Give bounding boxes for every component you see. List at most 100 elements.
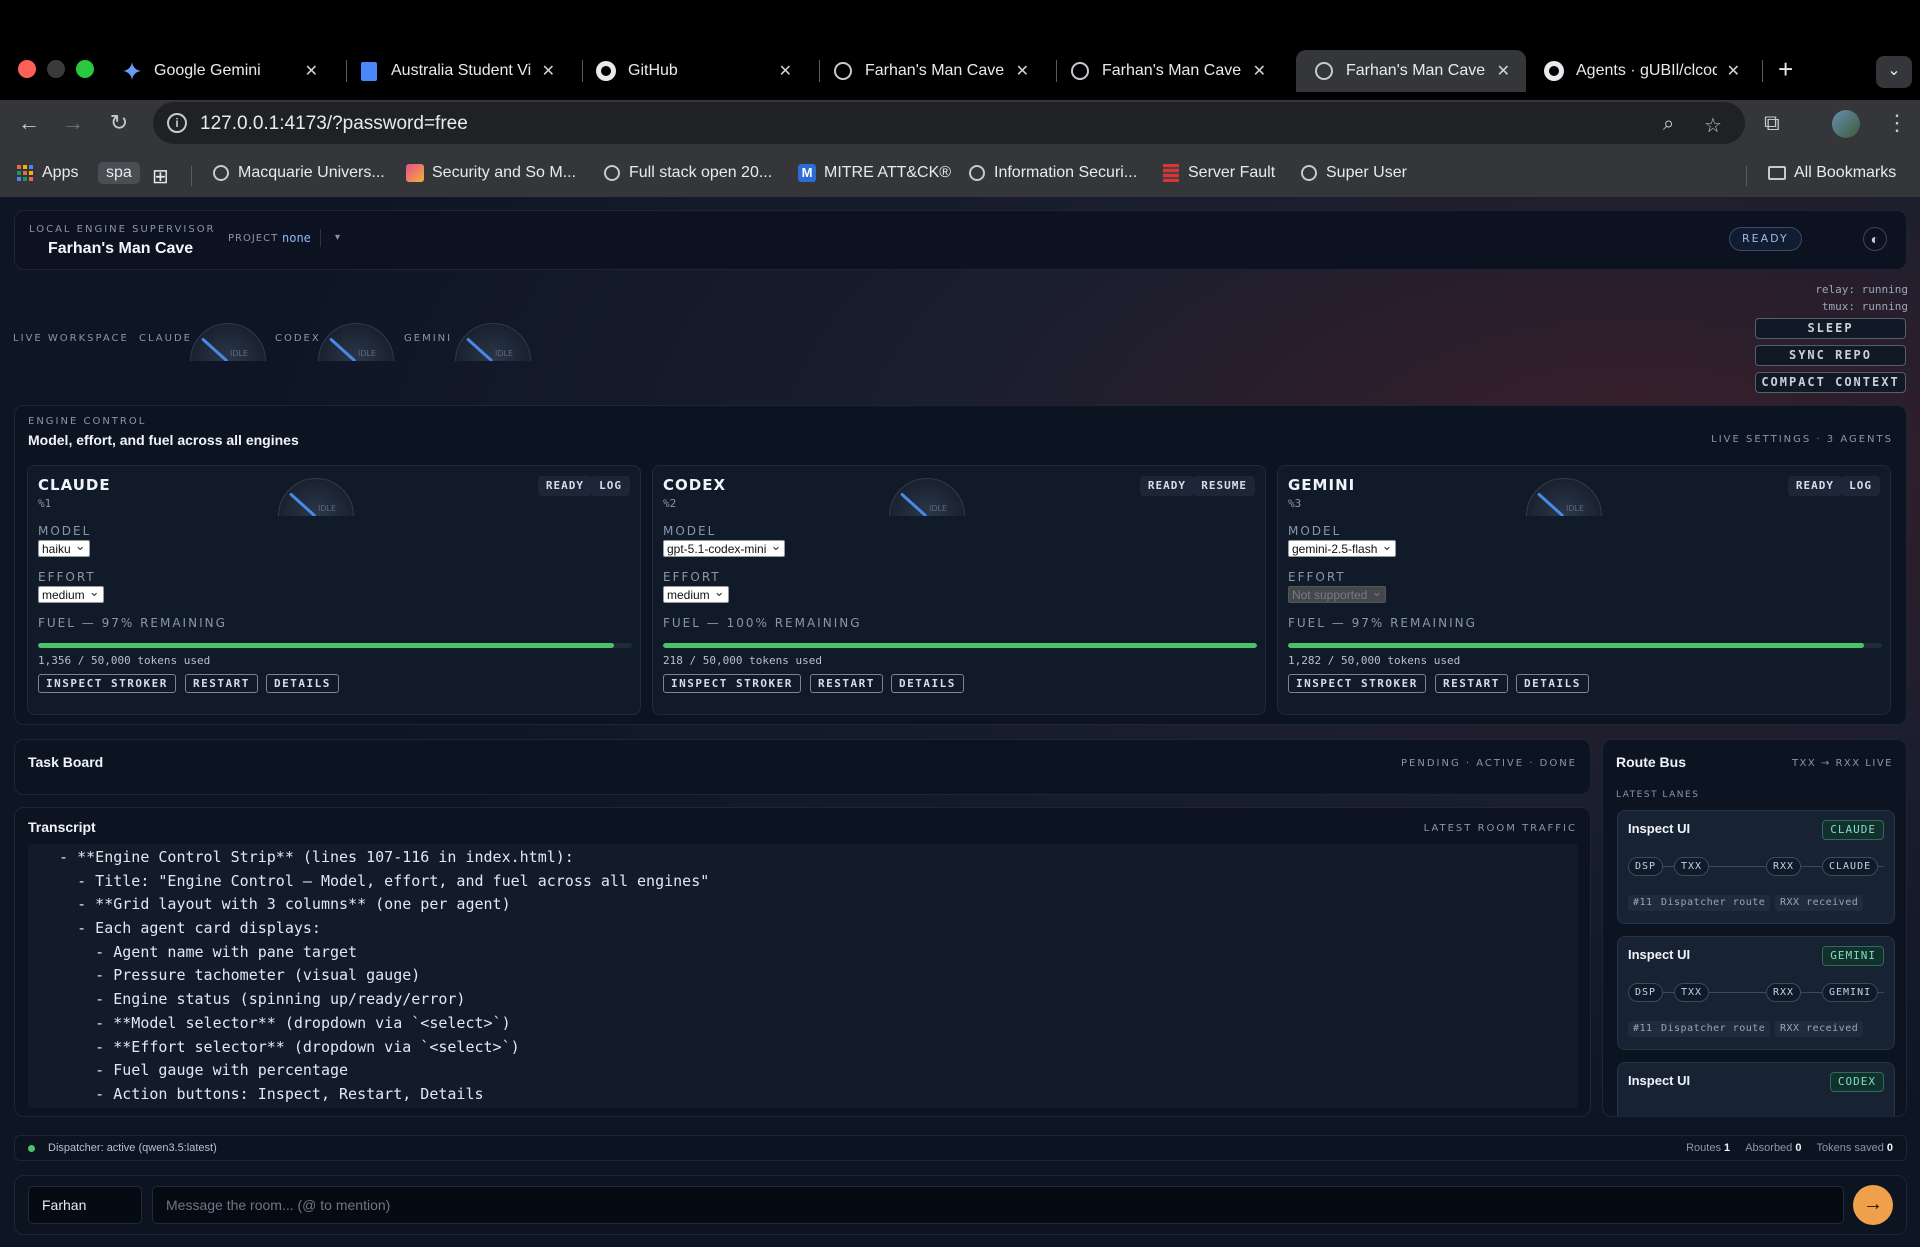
model-select[interactable]: gemini-2.5-flash — [1288, 537, 1397, 557]
route-card-gemini[interactable]: Inspect UI GEMINI DSP TXX RXX GEMINI #11… — [1617, 936, 1895, 1050]
transcript-line: - Action buttons: Inspect, Restart, Deta… — [41, 1084, 484, 1103]
route-id: #11 — [1628, 1021, 1658, 1037]
compact-context-button[interactable]: COMPACT CONTEXT — [1755, 372, 1906, 393]
sync-repo-button[interactable]: SYNC REPO — [1755, 345, 1906, 366]
task-board-panel: Task Board PENDING · ACTIVE · DONE — [14, 739, 1591, 795]
details-button[interactable]: DETAILS — [266, 674, 339, 693]
fuel-gauge — [1288, 643, 1882, 648]
tab-farhans-man-cave-2[interactable]: Farhan's Man Cave ✕ — [1052, 50, 1282, 92]
tab-australia-student-visa[interactable]: Australia Student Vis ✕ — [341, 50, 571, 92]
back-arrow-icon[interactable]: ← — [14, 110, 44, 136]
fuel-label: FUEL — 97% REMAINING — [1288, 616, 1477, 630]
fuel-gauge — [663, 643, 1257, 648]
log-chip[interactable]: LOG — [1841, 476, 1880, 496]
bookmark-fullstack[interactable]: Full stack open 20... — [603, 164, 772, 182]
server-fault-icon — [1162, 164, 1180, 182]
apps-grid-icon — [16, 164, 34, 182]
send-button[interactable]: → — [1853, 1185, 1893, 1225]
docs-icon — [359, 61, 379, 81]
zoom-magnifier-icon[interactable]: ⌕ — [1663, 113, 1674, 136]
new-tab-button[interactable]: + — [1778, 54, 1793, 85]
all-bookmarks[interactable]: All Bookmarks — [1768, 164, 1896, 182]
model-select[interactable]: haiku — [38, 537, 90, 557]
minimize-window-button[interactable] — [47, 60, 65, 78]
tab-search-chevron-icon[interactable]: ⌄ — [1876, 56, 1912, 88]
effort-label: EFFORT — [663, 570, 721, 584]
bookmark-apps[interactable]: Apps — [16, 164, 78, 182]
close-tab-icon[interactable]: ✕ — [542, 61, 555, 81]
sender-name-field[interactable]: Farhan — [28, 1186, 142, 1224]
restart-button[interactable]: RESTART — [185, 674, 258, 693]
route-card-codex[interactable]: Inspect UI CODEX — [1617, 1062, 1895, 1116]
inspect-stroker-button[interactable]: INSPECT STROKER — [1288, 674, 1426, 693]
effort-label: EFFORT — [1288, 570, 1346, 584]
zoom-window-button[interactable] — [76, 60, 94, 78]
tab-farhans-man-cave-1[interactable]: Farhan's Man Cave ✕ — [815, 50, 1045, 92]
chevron-down-icon[interactable]: ▾ — [320, 229, 354, 247]
effort-select[interactable]: medium — [38, 583, 104, 603]
forward-arrow-icon[interactable]: → — [58, 110, 88, 136]
transcript-title: Transcript — [28, 819, 96, 835]
inspect-stroker-button[interactable]: INSPECT STROKER — [38, 674, 176, 693]
bookmark-spa[interactable]: spa — [98, 162, 140, 184]
tab-farhans-man-cave-active[interactable]: Farhan's Man Cave ✕ — [1296, 50, 1526, 92]
route-state: RXX received — [1775, 895, 1864, 911]
close-tab-icon[interactable]: ✕ — [779, 61, 792, 81]
project-select[interactable]: none — [282, 231, 311, 245]
agent-name: CLAUDE — [38, 476, 111, 494]
close-tab-icon[interactable]: ✕ — [1253, 61, 1266, 81]
browser-menu-icon[interactable]: ⋮ — [1886, 110, 1908, 136]
tab-divider — [1762, 60, 1763, 82]
engine-card-codex: CODEX %2 IDLE READY RESUME MODEL gpt-5.1… — [652, 465, 1266, 715]
bookmark-macquarie[interactable]: Macquarie Univers... — [212, 164, 385, 182]
bookmark-mitre[interactable]: M MITRE ATT&CK® — [798, 164, 951, 182]
log-chip[interactable]: LOG — [591, 476, 630, 496]
project-label: PROJECT — [228, 233, 279, 244]
message-input[interactable]: Message the room... (@ to mention) — [152, 1186, 1844, 1224]
details-button[interactable]: DETAILS — [1516, 674, 1589, 693]
model-select[interactable]: gpt-5.1-codex-mini — [663, 537, 786, 557]
close-window-button[interactable] — [18, 60, 36, 78]
tokens-used: 1,282 / 50,000 tokens used — [1288, 654, 1461, 667]
bookmark-infosec[interactable]: Information Securi... — [968, 164, 1137, 182]
site-info-icon[interactable]: i — [167, 113, 187, 133]
effort-select[interactable]: medium — [663, 583, 729, 603]
bookmark-favicon-icon — [406, 164, 424, 182]
tab-github[interactable]: GitHub ✕ — [578, 50, 808, 92]
close-tab-icon[interactable]: ✕ — [1497, 61, 1510, 81]
resume-chip[interactable]: RESUME — [1193, 476, 1255, 496]
sleep-button[interactable]: SLEEP — [1755, 318, 1906, 339]
fuel-fill — [663, 643, 1257, 648]
tab-agents-github[interactable]: Agents · gUBIl/clcod ✕ — [1526, 50, 1756, 92]
restart-button[interactable]: RESTART — [1435, 674, 1508, 693]
transcript-log[interactable]: - **Engine Control Strip** (lines 107-11… — [28, 844, 1578, 1108]
route-bus-title: Route Bus — [1616, 754, 1686, 770]
bookmark-serverfault[interactable]: Server Fault — [1162, 164, 1275, 182]
bookmark-superuser[interactable]: Super User — [1300, 164, 1407, 182]
details-button[interactable]: DETAILS — [891, 674, 964, 693]
header-bar: LOCAL ENGINE SUPERVISOR Farhan's Man Cav… — [14, 210, 1907, 270]
route-node-rxx: RXX — [1766, 857, 1802, 876]
tab-groups-icon[interactable]: ⊞ — [152, 164, 169, 189]
inspect-stroker-button[interactable]: INSPECT STROKER — [663, 674, 801, 693]
bookmark-star-icon[interactable]: ☆ — [1704, 113, 1722, 138]
url-text[interactable]: 127.0.0.1:4173/?password=free — [200, 113, 468, 135]
tab-strip: Google Gemini ✕ Australia Student Vis ✕ … — [0, 0, 1920, 100]
extensions-puzzle-icon[interactable]: ⧉ — [1764, 110, 1780, 136]
close-tab-icon[interactable]: ✕ — [1727, 61, 1740, 81]
route-node-dsp: DSP — [1628, 983, 1664, 1002]
tokens-saved-value: 0 — [1886, 1142, 1893, 1154]
theme-toggle-icon[interactable]: ◐ — [1863, 227, 1887, 251]
restart-button[interactable]: RESTART — [810, 674, 883, 693]
route-node-txx: TXX — [1674, 983, 1710, 1002]
reload-icon[interactable]: ↻ — [104, 110, 134, 136]
tab-google-gemini[interactable]: Google Gemini ✕ — [104, 50, 334, 92]
bookmarks-bar: Apps spa ⊞ Macquarie Univers... Security… — [0, 152, 1920, 196]
close-tab-icon[interactable]: ✕ — [305, 61, 318, 81]
address-bar[interactable]: i 127.0.0.1:4173/?password=free ⌕ ☆ — [153, 102, 1745, 144]
route-card-claude[interactable]: Inspect UI CLAUDE DSP TXX RXX CLAUDE #11… — [1617, 810, 1895, 924]
bookmark-security[interactable]: Security and So M... — [406, 164, 576, 182]
profile-avatar[interactable] — [1832, 110, 1860, 138]
close-tab-icon[interactable]: ✕ — [1016, 61, 1029, 81]
task-board-title: Task Board — [28, 754, 104, 770]
